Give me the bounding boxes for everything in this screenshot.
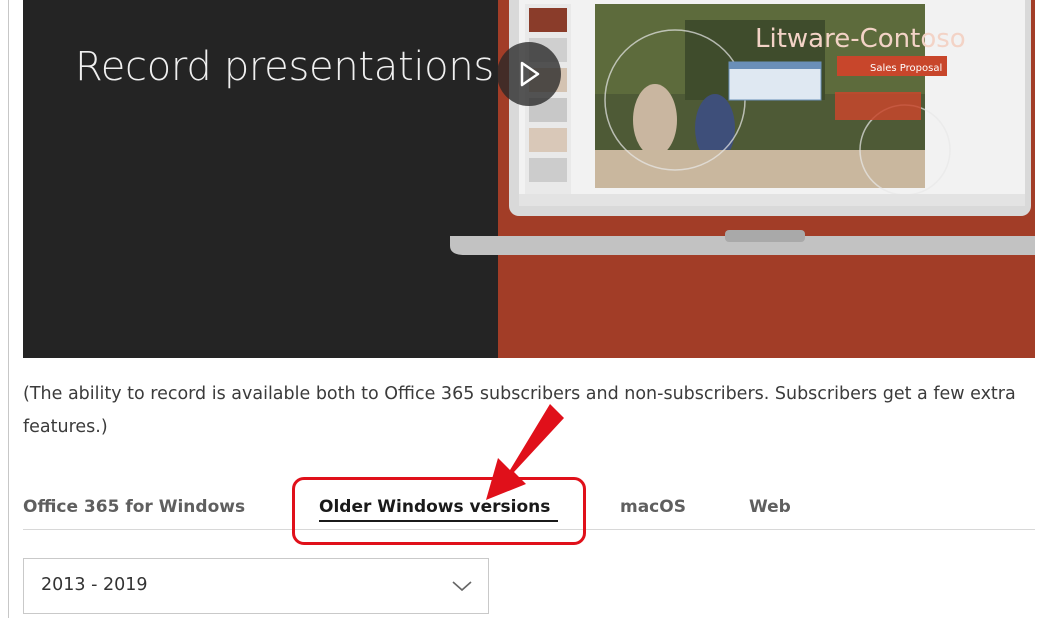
annotation-arrow-icon	[486, 404, 564, 500]
slide-subtitle-text: Sales Proposal	[870, 63, 942, 74]
play-icon	[520, 61, 540, 87]
tab-office-365-for-windows[interactable]: Office 365 for Windows	[23, 497, 245, 517]
tab-macos[interactable]: macOS	[620, 497, 686, 517]
video-hero[interactable]: Record presentations Litware-Contoso Sal…	[23, 0, 1035, 358]
laptop-illustration: Litware-Contoso Sales Proposal	[450, 0, 1035, 255]
version-select[interactable]: 2013 - 2019	[23, 558, 489, 614]
slide-title-text: Litware-Contoso	[755, 24, 966, 54]
version-select-value: 2013 - 2019	[41, 575, 148, 595]
play-button[interactable]	[497, 42, 561, 106]
tab-web[interactable]: Web	[749, 497, 791, 517]
left-border	[8, 0, 9, 618]
chevron-down-icon	[452, 581, 472, 592]
